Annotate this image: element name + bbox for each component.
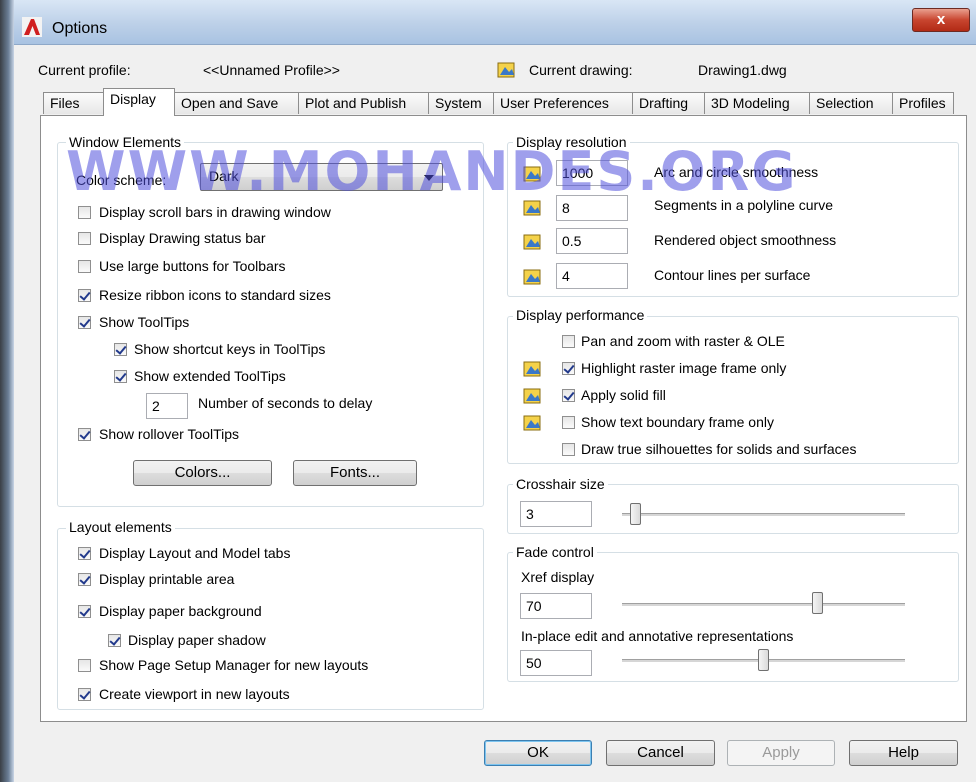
autocad-app-icon [22, 17, 42, 37]
checkbox-resize-ribbon-icons[interactable] [78, 289, 91, 302]
title-bar[interactable] [14, 0, 976, 45]
checkbox-text-boundary-frame-label: Show text boundary frame only [581, 414, 774, 430]
drawing-saved-icon [523, 234, 541, 250]
inplace-slider-thumb[interactable] [758, 649, 769, 671]
help-button[interactable]: Help [849, 740, 958, 766]
checkbox-paper-shadow[interactable] [108, 634, 121, 647]
checkbox-create-viewport-label: Create viewport in new layouts [99, 686, 290, 702]
apply-button[interactable]: Apply [727, 740, 835, 766]
checkbox-layout-model-tabs[interactable] [78, 547, 91, 560]
current-drawing-value: Drawing1.dwg [698, 62, 787, 78]
background-window-edge [0, 0, 14, 782]
checkbox-true-silhouettes-label: Draw true silhouettes for solids and sur… [581, 441, 857, 457]
checkbox-extended-tooltips[interactable] [114, 370, 127, 383]
checkbox-printable-area-label: Display printable area [99, 571, 235, 587]
checkbox-layout-model-tabs-label: Display Layout and Model tabs [99, 545, 291, 561]
inplace-edit-input[interactable]: 50 [520, 650, 592, 676]
display-performance-title: Display performance [513, 307, 648, 323]
cancel-button[interactable]: Cancel [606, 740, 715, 766]
drawing-saved-icon [523, 415, 541, 431]
drawing-file-icon [497, 62, 515, 78]
checkbox-page-setup-manager[interactable] [78, 659, 91, 672]
checkbox-apply-solid-fill-label: Apply solid fill [581, 387, 666, 403]
drawing-saved-icon [523, 269, 541, 285]
checkbox-printable-area[interactable] [78, 573, 91, 586]
watermark-text: WWW.MOHANDES.ORG [66, 140, 798, 203]
current-drawing-label: Current drawing: [529, 62, 633, 78]
checkbox-paper-shadow-label: Display paper shadow [128, 632, 266, 648]
crosshair-size-input[interactable]: 3 [520, 501, 592, 527]
checkbox-rollover-tooltips-label: Show rollover ToolTips [99, 426, 240, 442]
drawing-saved-icon [523, 361, 541, 377]
crosshair-slider-track[interactable] [622, 513, 905, 516]
layout-elements-title: Layout elements [66, 519, 175, 535]
checkbox-shortcut-keys-tooltips-label: Show shortcut keys in ToolTips [134, 341, 326, 357]
checkbox-true-silhouettes[interactable] [562, 443, 575, 456]
tab-user-preferences[interactable]: User Preferences [493, 92, 633, 114]
drawing-saved-icon [523, 388, 541, 404]
checkbox-drawing-status-bar-label: Display Drawing status bar [99, 230, 266, 246]
checkbox-rollover-tooltips[interactable] [78, 428, 91, 441]
checkbox-resize-ribbon-icons-label: Resize ribbon icons to standard sizes [99, 287, 331, 303]
current-profile-value: <<Unnamed Profile>> [203, 62, 340, 78]
checkbox-highlight-raster-frame-label: Highlight raster image frame only [581, 360, 787, 376]
fonts-button[interactable]: Fonts... [293, 460, 417, 486]
ok-button[interactable]: OK [484, 740, 592, 766]
checkbox-large-buttons[interactable] [78, 260, 91, 273]
rendered-smoothness-label: Rendered object smoothness [654, 232, 837, 248]
checkbox-paper-background-label: Display paper background [99, 603, 262, 619]
checkbox-highlight-raster-frame[interactable] [562, 362, 575, 375]
tab-files[interactable]: Files [43, 92, 104, 114]
crosshair-size-title: Crosshair size [513, 476, 608, 492]
checkbox-page-setup-manager-label: Show Page Setup Manager for new layouts [99, 657, 369, 673]
checkbox-shortcut-keys-tooltips[interactable] [114, 343, 127, 356]
checkbox-extended-tooltips-label: Show extended ToolTips [134, 368, 286, 384]
current-profile-label: Current profile: [38, 62, 131, 78]
tab-drafting[interactable]: Drafting [632, 92, 705, 114]
tab-plot-and-publish[interactable]: Plot and Publish [298, 92, 429, 114]
tab-3d-modeling[interactable]: 3D Modeling [704, 92, 810, 114]
rendered-smoothness-input[interactable]: 0.5 [556, 228, 628, 254]
xref-slider-track[interactable] [622, 603, 905, 606]
tab-selection[interactable]: Selection [809, 92, 893, 114]
checkbox-drawing-status-bar[interactable] [78, 232, 91, 245]
close-button[interactable]: x [912, 8, 970, 32]
colors-button[interactable]: Colors... [133, 460, 272, 486]
contour-lines-label: Contour lines per surface [654, 267, 811, 283]
checkbox-show-tooltips-label: Show ToolTips [99, 314, 190, 330]
tooltip-delay-input[interactable]: 2 [146, 393, 188, 419]
tab-display[interactable]: Display [103, 88, 175, 116]
checkbox-pan-zoom-raster[interactable] [562, 335, 575, 348]
xref-display-input[interactable]: 70 [520, 593, 592, 619]
checkbox-show-tooltips[interactable] [78, 316, 91, 329]
crosshair-slider-thumb[interactable] [630, 503, 641, 525]
xref-slider-thumb[interactable] [812, 592, 823, 614]
inplace-edit-label: In-place edit and annotative representat… [521, 628, 794, 644]
tab-system[interactable]: System [428, 92, 494, 114]
dialog-title: Options [52, 20, 108, 37]
checkbox-text-boundary-frame[interactable] [562, 416, 575, 429]
tab-open-and-save[interactable]: Open and Save [174, 92, 299, 114]
contour-lines-input[interactable]: 4 [556, 263, 628, 289]
checkbox-create-viewport[interactable] [78, 688, 91, 701]
checkbox-apply-solid-fill[interactable] [562, 389, 575, 402]
xref-display-label: Xref display [521, 569, 595, 585]
checkbox-scroll-bars[interactable] [78, 206, 91, 219]
checkbox-large-buttons-label: Use large buttons for Toolbars [99, 258, 286, 274]
checkbox-scroll-bars-label: Display scroll bars in drawing window [99, 204, 331, 220]
tab-profiles[interactable]: Profiles [892, 92, 954, 114]
checkbox-pan-zoom-raster-label: Pan and zoom with raster & OLE [581, 333, 785, 349]
checkbox-paper-background[interactable] [78, 605, 91, 618]
tooltip-delay-label: Number of seconds to delay [198, 395, 373, 411]
fade-control-title: Fade control [513, 544, 597, 560]
